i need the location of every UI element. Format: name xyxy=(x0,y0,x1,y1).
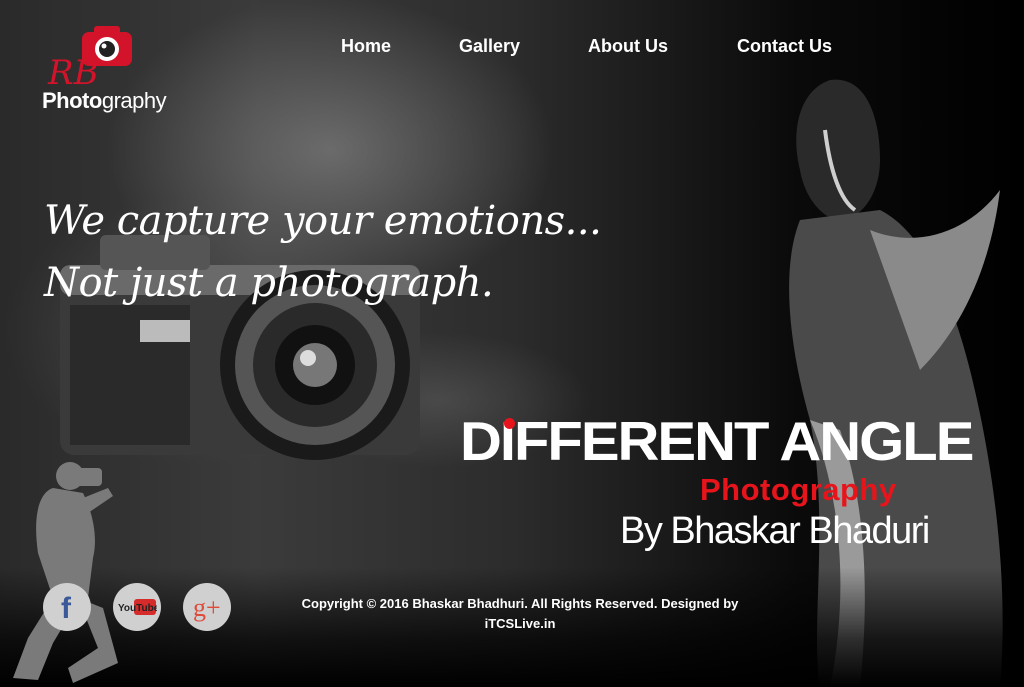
footer-copyright: Copyright © 2016 Bhaskar Bhadhuri. All R… xyxy=(270,594,770,634)
facebook-button[interactable]: f xyxy=(43,583,91,631)
google-plus-icon: g+ xyxy=(193,593,221,622)
footer-line-1: Copyright © 2016 Bhaskar Bhadhuri. All R… xyxy=(301,596,739,611)
svg-text:f: f xyxy=(61,592,72,622)
svg-text:YouTube: YouTube xyxy=(118,603,157,614)
google-plus-button[interactable]: g+ xyxy=(183,583,231,631)
svg-text:g+: g+ xyxy=(193,593,221,622)
logo-word-regular: graphy xyxy=(101,88,167,113)
main-nav: Home Gallery About Us Contact Us xyxy=(0,36,1024,60)
brand-byline: By Bhaskar Bhaduri xyxy=(620,510,930,552)
hero-tagline: We capture your emotions... Not just a p… xyxy=(44,190,602,314)
nav-home[interactable]: Home xyxy=(341,36,391,57)
nav-about-us[interactable]: About Us xyxy=(588,36,668,57)
nav-gallery[interactable]: Gallery xyxy=(459,36,520,57)
brand-title: DIFFERENT ANGLE xyxy=(460,410,974,473)
brand-block: DIFFERENT ANGLE Photography By Bhaskar B… xyxy=(460,410,974,560)
nav-contact-us[interactable]: Contact Us xyxy=(737,36,832,57)
logo-wordmark: Photography xyxy=(42,88,167,114)
brand-dot-icon xyxy=(504,418,515,429)
youtube-icon: YouTube xyxy=(118,599,157,615)
facebook-icon: f xyxy=(61,592,72,622)
tagline-line-1: We capture your emotions... xyxy=(44,198,602,244)
logo-word-bold: Photo xyxy=(42,88,102,113)
photographer-silhouette-icon xyxy=(13,462,118,683)
tagline-line-2: Not just a photograph. xyxy=(44,260,494,306)
youtube-button[interactable]: YouTube xyxy=(113,583,161,631)
footer-line-2[interactable]: iTCSLive.in xyxy=(270,614,770,634)
brand-subtitle: Photography xyxy=(700,472,897,507)
